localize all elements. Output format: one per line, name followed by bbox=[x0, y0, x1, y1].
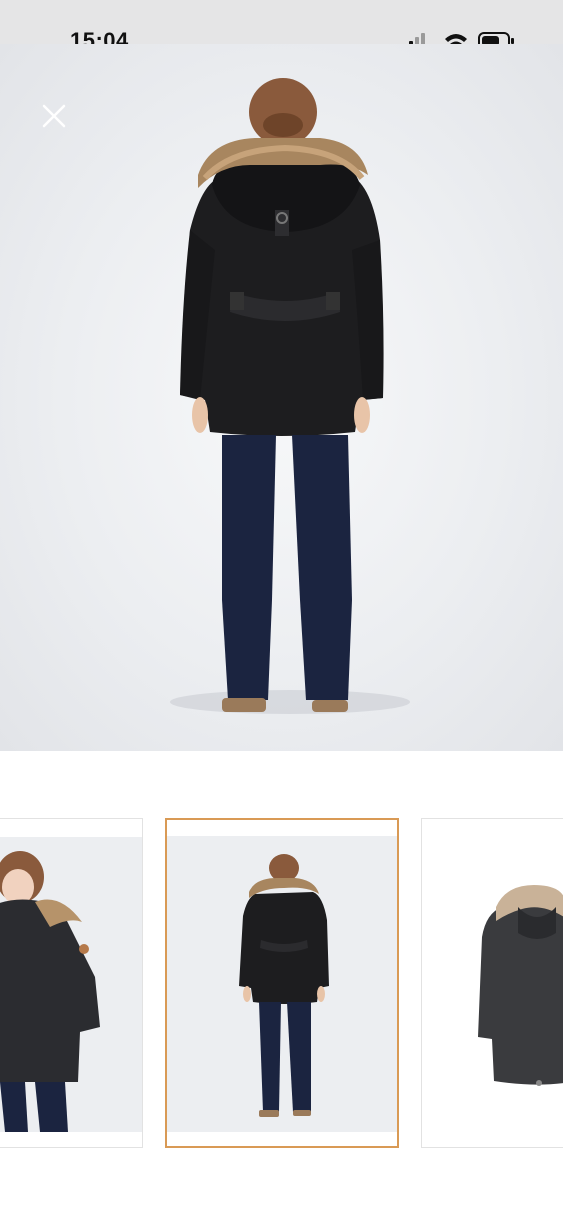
thumbnail-photo bbox=[478, 885, 563, 1086]
status-bar: 15:04 bbox=[0, 0, 563, 53]
close-icon[interactable] bbox=[38, 100, 70, 132]
thumbnail-photo bbox=[0, 851, 100, 1132]
thumbnail-back-view-selected[interactable] bbox=[165, 818, 399, 1148]
thumbnail-photo bbox=[239, 854, 329, 1117]
thumbnail-front-view[interactable] bbox=[0, 818, 143, 1148]
product-photo-back-view bbox=[170, 78, 410, 714]
thumbnail-product-only[interactable] bbox=[421, 818, 563, 1148]
